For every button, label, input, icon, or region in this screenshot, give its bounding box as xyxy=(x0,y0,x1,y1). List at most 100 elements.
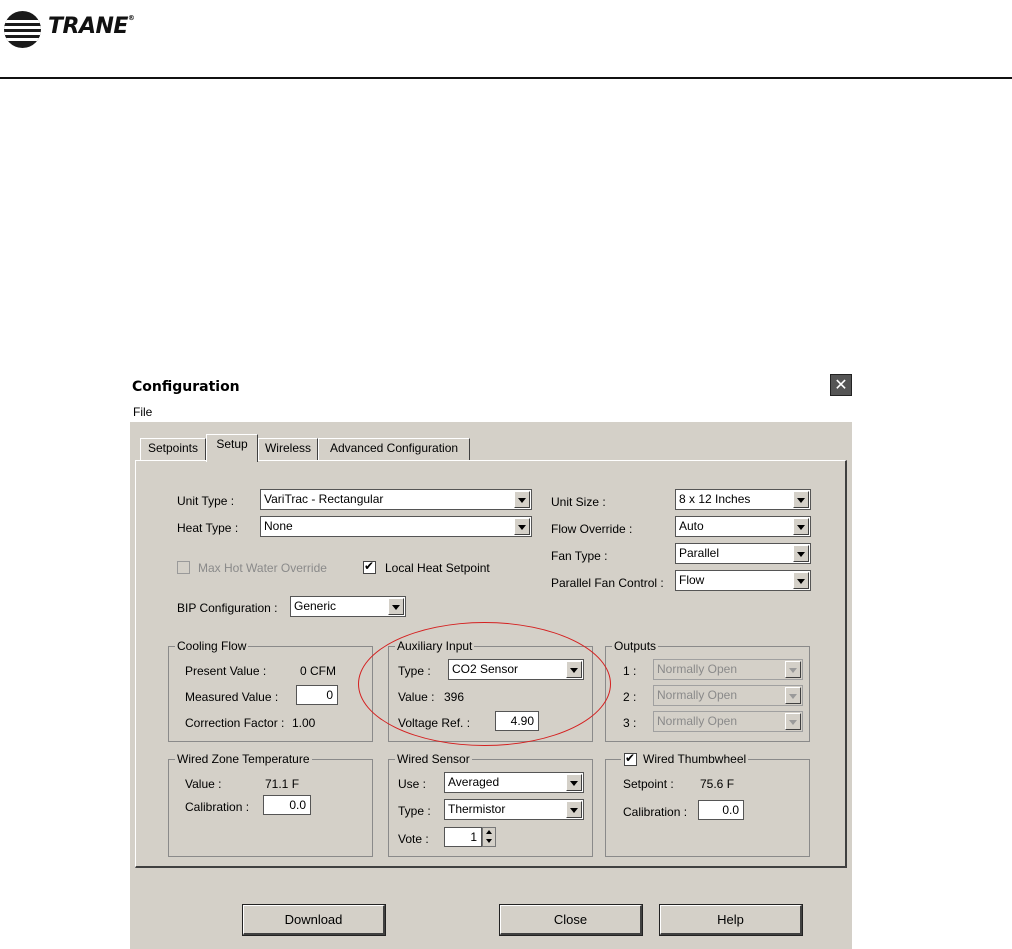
wired-thumbwheel-checkbox[interactable]: ✔ xyxy=(624,751,637,766)
menu-file[interactable]: File xyxy=(133,405,152,419)
unit-size-value: 8 x 12 Inches xyxy=(679,492,751,506)
unit-type-label: Unit Type : xyxy=(177,494,235,508)
flow-override-label: Flow Override : xyxy=(551,522,633,536)
parallel-fan-control-value: Flow xyxy=(679,573,705,587)
title-bar[interactable]: Configuration ✕ xyxy=(130,372,852,402)
measured-value-label: Measured Value : xyxy=(185,690,279,704)
zone-temp-calibration-input[interactable]: 0.0 xyxy=(263,795,311,815)
chevron-down-icon[interactable] xyxy=(514,518,530,535)
menu-bar: File xyxy=(130,402,852,422)
chevron-down-icon xyxy=(785,713,801,730)
voltage-ref-label: Voltage Ref. : xyxy=(398,716,471,730)
fan-type-label: Fan Type : xyxy=(551,549,608,563)
tab-advanced-configuration[interactable]: Advanced Configuration xyxy=(318,438,470,460)
checkmark-icon: ✔ xyxy=(364,559,375,573)
tab-wireless[interactable]: Wireless xyxy=(258,438,318,460)
chevron-down-icon[interactable] xyxy=(566,661,582,678)
unit-size-label: Unit Size : xyxy=(551,495,606,509)
output-3-select[interactable]: Normally Open xyxy=(653,711,803,732)
correction-factor-value: 1.00 xyxy=(292,716,316,730)
unit-type-select[interactable]: VariTrac - Rectangular xyxy=(260,489,532,510)
vote-spinner[interactable] xyxy=(482,827,496,847)
heat-type-value: None xyxy=(264,519,293,533)
aux-type-select[interactable]: CO2 Sensor xyxy=(448,659,584,680)
close-button[interactable]: Close xyxy=(499,904,643,936)
spin-down-icon[interactable] xyxy=(486,839,492,843)
voltage-ref-input[interactable]: 4.90 xyxy=(495,711,539,731)
trane-logo-icon xyxy=(4,11,41,48)
local-heat-setpoint-label: Local Heat Setpoint xyxy=(385,561,490,575)
chevron-down-icon xyxy=(785,661,801,678)
bip-configuration-value: Generic xyxy=(294,599,337,613)
flow-override-value: Auto xyxy=(679,519,704,533)
sensor-type-value: Thermistor xyxy=(448,802,506,816)
aux-type-label: Type : xyxy=(398,664,431,678)
unit-type-value: VariTrac - Rectangular xyxy=(264,492,384,506)
chevron-down-icon[interactable] xyxy=(793,491,809,508)
output-1-value: Normally Open xyxy=(657,662,738,676)
zone-temp-value-label: Value : xyxy=(185,777,222,791)
close-window-button[interactable]: ✕ xyxy=(830,374,852,396)
thumbwheel-calibration-label: Calibration : xyxy=(623,805,688,819)
sensor-vote-input[interactable]: 1 xyxy=(444,827,482,847)
fan-type-select[interactable]: Parallel xyxy=(675,543,811,564)
chevron-down-icon[interactable] xyxy=(793,572,809,589)
tab-setpoints[interactable]: Setpoints xyxy=(140,438,206,460)
header-divider xyxy=(0,77,1012,79)
chevron-down-icon[interactable] xyxy=(793,545,809,562)
chevron-down-icon[interactable] xyxy=(566,774,582,791)
sensor-use-label: Use : xyxy=(398,777,427,791)
checkmark-icon: ✔ xyxy=(625,751,636,765)
unit-size-select[interactable]: 8 x 12 Inches xyxy=(675,489,811,510)
fan-type-value: Parallel xyxy=(679,546,720,560)
zone-temp-value: 71.1 F xyxy=(265,777,300,791)
wired-sensor-title: Wired Sensor xyxy=(395,752,472,766)
heat-type-label: Heat Type : xyxy=(177,521,239,535)
thumbwheel-setpoint-label: Setpoint : xyxy=(623,777,674,791)
chevron-down-icon[interactable] xyxy=(566,801,582,818)
zone-temp-calibration-label: Calibration : xyxy=(185,800,250,814)
correction-factor-label: Correction Factor : xyxy=(185,716,285,730)
sensor-type-select[interactable]: Thermistor xyxy=(444,799,584,820)
chevron-down-icon[interactable] xyxy=(514,491,530,508)
auxiliary-input-title: Auxiliary Input xyxy=(395,639,475,653)
heat-type-select[interactable]: None xyxy=(260,516,532,537)
present-value-label: Present Value : xyxy=(185,664,267,678)
outputs-title: Outputs xyxy=(612,639,659,653)
sensor-use-select[interactable]: Averaged xyxy=(444,772,584,793)
max-hot-water-override-label: Max Hot Water Override xyxy=(198,561,327,575)
chevron-down-icon[interactable] xyxy=(388,598,404,615)
chevron-down-icon[interactable] xyxy=(793,518,809,535)
download-button[interactable]: Download xyxy=(242,904,386,936)
wired-thumbwheel-title: Wired Thumbwheel xyxy=(621,752,749,766)
measured-value-input[interactable]: 0 xyxy=(296,685,338,705)
spin-up-icon[interactable] xyxy=(486,830,492,834)
bip-configuration-label: BIP Configuration : xyxy=(177,601,278,615)
parallel-fan-control-label: Parallel Fan Control : xyxy=(551,576,664,590)
bip-configuration-select[interactable]: Generic xyxy=(290,596,406,617)
output-2-select[interactable]: Normally Open xyxy=(653,685,803,706)
sensor-use-value: Averaged xyxy=(448,775,500,789)
thumbwheel-setpoint-value: 75.6 F xyxy=(700,777,735,791)
configuration-window: Configuration ✕ File Setpoints Setup Wir… xyxy=(130,372,852,949)
chevron-down-icon xyxy=(785,687,801,704)
sensor-type-label: Type : xyxy=(398,804,431,818)
flow-override-select[interactable]: Auto xyxy=(675,516,811,537)
aux-value: 396 xyxy=(444,690,465,704)
present-value: 0 CFM xyxy=(300,664,336,678)
cooling-flow-title: Cooling Flow xyxy=(175,639,249,653)
sensor-vote-label: Vote : xyxy=(398,832,429,846)
output-3-label: 3 : xyxy=(623,716,637,730)
max-hot-water-override-checkbox[interactable] xyxy=(177,561,190,574)
window-title: Configuration xyxy=(132,379,240,395)
parallel-fan-control-select[interactable]: Flow xyxy=(675,570,811,591)
tab-setup[interactable]: Setup xyxy=(206,434,258,462)
local-heat-setpoint-checkbox[interactable]: ✔ xyxy=(363,559,376,574)
close-icon: ✕ xyxy=(834,375,848,394)
thumbwheel-calibration-input[interactable]: 0.0 xyxy=(698,800,744,820)
output-1-label: 1 : xyxy=(623,664,637,678)
output-1-select[interactable]: Normally Open xyxy=(653,659,803,680)
output-3-value: Normally Open xyxy=(657,714,738,728)
brand-logo-text: TRANE® xyxy=(48,14,135,39)
help-button[interactable]: Help xyxy=(659,904,803,936)
